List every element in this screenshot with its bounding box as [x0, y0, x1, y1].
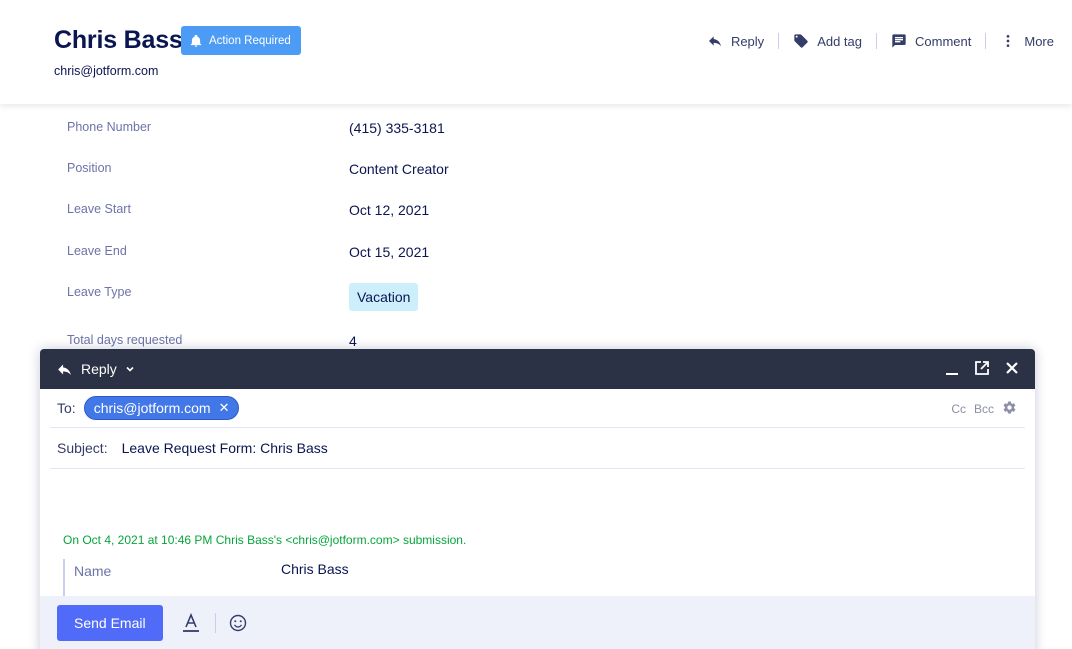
quoted-field-label: Name [74, 563, 112, 579]
badge-label: Action Required [209, 34, 291, 47]
text-format-icon [182, 613, 199, 632]
comment-button[interactable]: Comment [877, 33, 985, 49]
subject-label: Subject: [57, 440, 108, 456]
bcc-button[interactable]: Bcc [974, 402, 994, 416]
more-label: More [1024, 33, 1054, 49]
recipient-chip[interactable]: chris@jotform.com ✕ [83, 396, 239, 420]
recipient-email: chris@jotform.com [93, 400, 211, 416]
leave-type-tag: Vacation [349, 283, 419, 311]
field-label-total-days: Total days requested [67, 333, 183, 347]
remove-recipient-icon[interactable]: ✕ [219, 400, 230, 416]
window-controls [943, 359, 1021, 377]
reply-label: Reply [730, 33, 765, 49]
field-value-leave-start: Oct 12, 2021 [349, 202, 430, 218]
submitter-email: chris@jotform.com [54, 64, 159, 78]
field-label-leave-start: Leave Start [67, 202, 131, 216]
more-button[interactable]: More [986, 33, 1054, 49]
header-actions: Reply Add tag Comment More [693, 30, 1054, 52]
action-required-badge[interactable]: Action Required [181, 26, 301, 55]
field-value-phone: (415) 335-3181 [349, 120, 445, 136]
external-link-icon [975, 361, 989, 375]
reply-button[interactable]: Reply [693, 33, 778, 49]
reply-mode-label: Reply [81, 361, 117, 377]
cc-button[interactable]: Cc [951, 402, 966, 416]
to-label: To: [57, 400, 76, 416]
reply-icon [58, 364, 71, 375]
close-button[interactable] [1003, 359, 1021, 377]
field-label-phone: Phone Number [67, 120, 152, 134]
add-tag-label: Add tag [817, 33, 863, 49]
minimize-button[interactable] [943, 359, 961, 377]
composer-footer: Send Email [40, 596, 1035, 649]
field-value-leave-end: Oct 15, 2021 [349, 244, 430, 260]
minimize-icon [946, 373, 958, 375]
add-tag-button[interactable]: Add tag [779, 33, 876, 49]
field-label-leave-type: Leave Type [67, 285, 132, 299]
emoji-icon [229, 614, 246, 632]
gear-icon [1003, 401, 1016, 414]
settings-button[interactable] [1002, 400, 1017, 418]
divider [214, 613, 216, 633]
subject-row: Subject: Leave Request Form: Chris Bass [50, 428, 1025, 469]
submission-page: Chris Bass Action Required chris@jotform… [0, 0, 1072, 649]
message-body-editor[interactable]: On Oct 4, 2021 at 10:46 PM Chris Bass's … [40, 469, 1035, 597]
field-value-position: Content Creator [349, 161, 449, 177]
submitter-name: Chris Bass [54, 26, 183, 54]
reply-mode-dropdown[interactable]: Reply [56, 361, 135, 378]
field-value-total-days: 4 [349, 333, 357, 349]
composer-title-bar: Reply [40, 349, 1035, 389]
popout-button[interactable] [973, 359, 991, 377]
close-icon [1006, 362, 1018, 374]
bell-icon [190, 34, 202, 47]
submission-header: Chris Bass Action Required chris@jotform… [0, 0, 1072, 104]
quoted-submission-header: On Oct 4, 2021 at 10:46 PM Chris Bass's … [63, 533, 467, 547]
comment-label: Comment [915, 33, 972, 49]
reply-icon [708, 36, 721, 47]
cc-bcc-controls: Cc Bcc [951, 400, 1017, 418]
subject-input[interactable]: Leave Request Form: Chris Bass [122, 440, 328, 456]
quoted-field-value: Chris Bass [281, 561, 349, 577]
chevron-down-icon [126, 366, 134, 372]
more-vertical-icon [1007, 35, 1010, 47]
text-format-button[interactable] [181, 613, 201, 633]
reply-composer: Reply To: chris@jotform.com ✕ Cc Bcc Sub… [40, 349, 1035, 649]
emoji-button[interactable] [228, 613, 248, 633]
quoted-submission: Name Chris Bass [63, 559, 963, 597]
to-row: To: chris@jotform.com ✕ Cc Bcc [50, 389, 1025, 428]
send-email-button[interactable]: Send Email [57, 605, 163, 641]
field-label-position: Position [67, 161, 112, 175]
field-label-leave-end: Leave End [67, 244, 127, 258]
comment-icon [892, 34, 906, 48]
tag-icon [794, 34, 808, 48]
